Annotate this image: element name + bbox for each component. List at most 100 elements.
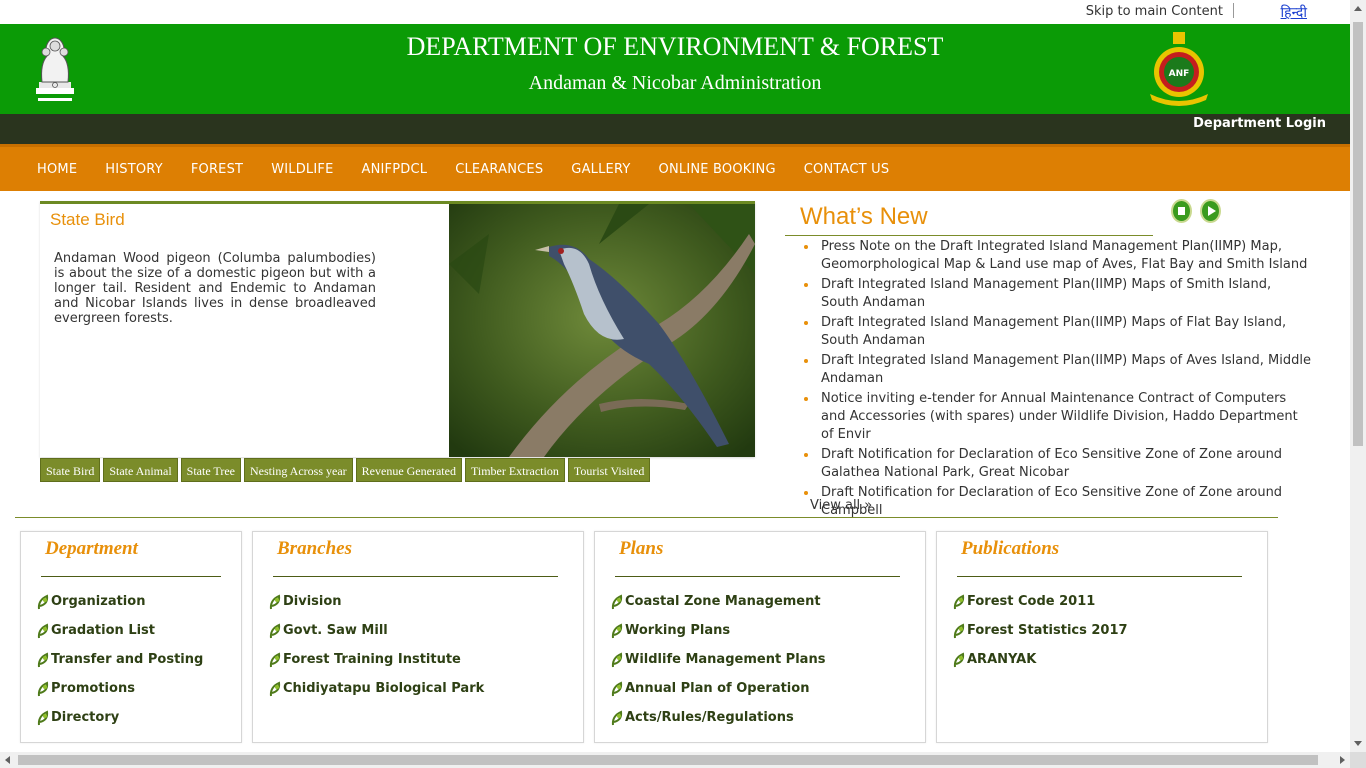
tab-state-tree[interactable]: State Tree <box>180 458 241 482</box>
tab-state-bird[interactable]: State Bird <box>40 458 101 482</box>
list-item[interactable]: Forest Code 2011 <box>953 587 1128 616</box>
link-label: Annual Plan of Operation <box>625 681 810 696</box>
list-item[interactable]: Coastal Zone Management <box>611 587 825 616</box>
vertical-scrollbar[interactable] <box>1350 0 1366 752</box>
nav-forest[interactable]: FOREST <box>177 162 257 177</box>
stop-icon[interactable] <box>1171 199 1192 223</box>
scroll-thumb[interactable] <box>1353 22 1363 446</box>
scroll-right-icon[interactable] <box>1340 756 1345 764</box>
list-item[interactable]: Gradation List <box>37 616 203 645</box>
list-item[interactable]: Draft Integrated Island Management Plan(… <box>803 314 1313 350</box>
tab-state-animal[interactable]: State Animal <box>103 458 178 482</box>
link-label: Forest Training Institute <box>283 652 461 667</box>
list-item[interactable]: Organization <box>37 587 203 616</box>
list-item[interactable]: Directory <box>37 703 203 732</box>
leaf-icon <box>37 623 49 638</box>
pigeon-photo <box>449 204 755 457</box>
view-all-link[interactable]: View all » <box>810 498 872 513</box>
branches-links: Division Govt. Saw Mill Forest Training … <box>269 587 484 703</box>
department-login-link[interactable]: Department Login <box>1193 116 1326 131</box>
leaf-icon <box>953 594 965 609</box>
list-item[interactable]: Acts/Rules/Regulations <box>611 703 825 732</box>
heading-underline <box>273 576 558 577</box>
leaf-icon <box>269 681 281 696</box>
list-item[interactable]: Forest Statistics 2017 <box>953 616 1128 645</box>
list-item[interactable]: Annual Plan of Operation <box>611 674 825 703</box>
main-navigation: HOME HISTORY FOREST WILDLIFE ANIFPDCL CL… <box>0 144 1350 191</box>
top-utility-bar: Skip to main Content हिन्दी <box>0 0 1350 24</box>
link-label: Chidiyatapu Biological Park <box>283 681 485 696</box>
list-item[interactable]: Forest Training Institute <box>269 645 484 674</box>
list-item[interactable]: Draft Integrated Island Management Plan(… <box>803 352 1313 388</box>
list-item[interactable]: Draft Integrated Island Management Plan(… <box>803 276 1313 312</box>
publications-box: Publications Forest Code 2011 Forest Sta… <box>936 531 1268 743</box>
list-item[interactable]: Transfer and Posting <box>37 645 203 674</box>
heading-underline <box>615 576 900 577</box>
nav-contact-us[interactable]: CONTACT US <box>790 162 904 177</box>
leaf-icon <box>37 710 49 725</box>
scrollbar-corner <box>1350 752 1366 768</box>
divider <box>1233 3 1234 18</box>
link-label: ARANYAK <box>967 652 1037 667</box>
nav-online-booking[interactable]: ONLINE BOOKING <box>645 162 790 177</box>
leaf-icon <box>953 652 965 667</box>
list-item[interactable]: Draft Notification for Declaration of Ec… <box>803 446 1313 482</box>
link-label: Directory <box>51 710 120 725</box>
link-label: Working Plans <box>625 623 731 638</box>
scroll-thumb[interactable] <box>18 755 1318 765</box>
publications-links: Forest Code 2011 Forest Statistics 2017 … <box>953 587 1128 674</box>
department-heading: Department <box>45 538 138 559</box>
horizontal-scrollbar[interactable] <box>0 752 1350 768</box>
tab-timber[interactable]: Timber Extraction <box>464 458 565 482</box>
nav-anifpdcl[interactable]: ANIFPDCL <box>348 162 442 177</box>
leaf-icon <box>269 623 281 638</box>
leaf-icon <box>269 594 281 609</box>
list-item[interactable]: Chidiyatapu Biological Park <box>269 674 484 703</box>
nav-clearances[interactable]: CLEARANCES <box>441 162 557 177</box>
nav-gallery[interactable]: GALLERY <box>557 162 644 177</box>
play-icon[interactable] <box>1200 199 1221 223</box>
plans-links: Coastal Zone Management Working Plans Wi… <box>611 587 825 732</box>
list-item[interactable]: Promotions <box>37 674 203 703</box>
whats-new-list: Press Note on the Draft Integrated Islan… <box>803 238 1313 522</box>
link-label: Division <box>283 594 342 609</box>
leaf-icon <box>37 594 49 609</box>
scroll-left-icon[interactable] <box>5 756 10 764</box>
list-item[interactable]: Press Note on the Draft Integrated Islan… <box>803 238 1313 274</box>
nav-home[interactable]: HOME <box>23 162 91 177</box>
leaf-icon <box>611 681 623 696</box>
skip-to-main-content-link[interactable]: Skip to main Content <box>1086 4 1223 19</box>
state-feature-description: Andaman Wood pigeon (Columba palumbodies… <box>54 251 376 326</box>
section-divider <box>15 517 1278 518</box>
scroll-down-icon[interactable] <box>1354 741 1362 746</box>
list-item[interactable]: ARANYAK <box>953 645 1128 674</box>
heading-underline <box>41 576 221 577</box>
list-item[interactable]: Govt. Saw Mill <box>269 616 484 645</box>
department-links: Organization Gradation List Transfer and… <box>37 587 203 732</box>
link-label: Organization <box>51 594 146 609</box>
tab-nesting[interactable]: Nesting Across year <box>244 458 353 482</box>
department-box: Department Organization Gradation List T… <box>20 531 242 743</box>
tab-tourist[interactable]: Tourist Visited <box>567 458 651 482</box>
nav-history[interactable]: HISTORY <box>91 162 177 177</box>
tab-revenue[interactable]: Revenue Generated <box>355 458 462 482</box>
plans-box: Plans Coastal Zone Management Working Pl… <box>594 531 926 743</box>
list-item[interactable]: Draft Notification for Declaration of Ec… <box>803 484 1313 520</box>
leaf-icon <box>953 623 965 638</box>
state-feature-tabs: State Bird State Animal State Tree Nesti… <box>40 458 651 482</box>
list-item[interactable]: Working Plans <box>611 616 825 645</box>
hindi-language-link[interactable]: हिन्दी <box>1281 3 1307 22</box>
list-item[interactable]: Division <box>269 587 484 616</box>
list-item[interactable]: Notice inviting e-tender for Annual Main… <box>803 390 1313 444</box>
nav-wildlife[interactable]: WILDLIFE <box>257 162 347 177</box>
link-label: Wildlife Management Plans <box>625 652 826 667</box>
anf-badge-icon: ANF <box>1150 32 1208 106</box>
publications-heading: Publications <box>961 538 1060 559</box>
branches-box: Branches Division Govt. Saw Mill Forest … <box>252 531 584 743</box>
state-feature-panel: State Bird Andaman Wood pigeon (Columba … <box>40 201 755 457</box>
scroll-up-icon[interactable] <box>1354 6 1362 11</box>
leaf-icon <box>37 652 49 667</box>
leaf-icon <box>611 652 623 667</box>
leaf-icon <box>37 681 49 696</box>
list-item[interactable]: Wildlife Management Plans <box>611 645 825 674</box>
